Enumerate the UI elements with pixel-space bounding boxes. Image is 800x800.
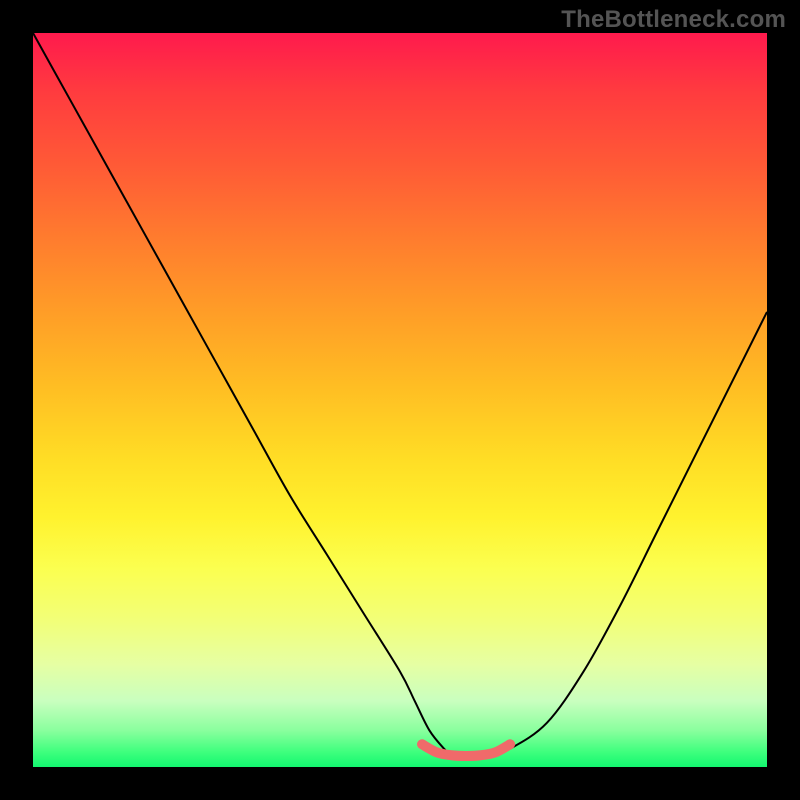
- chart-frame: TheBottleneck.com: [0, 0, 800, 800]
- bottleneck-curve-path: [33, 33, 767, 756]
- plot-area: [33, 33, 767, 767]
- curve-overlay: [33, 33, 767, 767]
- optimal-band-path: [422, 744, 510, 756]
- watermark-text: TheBottleneck.com: [561, 6, 786, 34]
